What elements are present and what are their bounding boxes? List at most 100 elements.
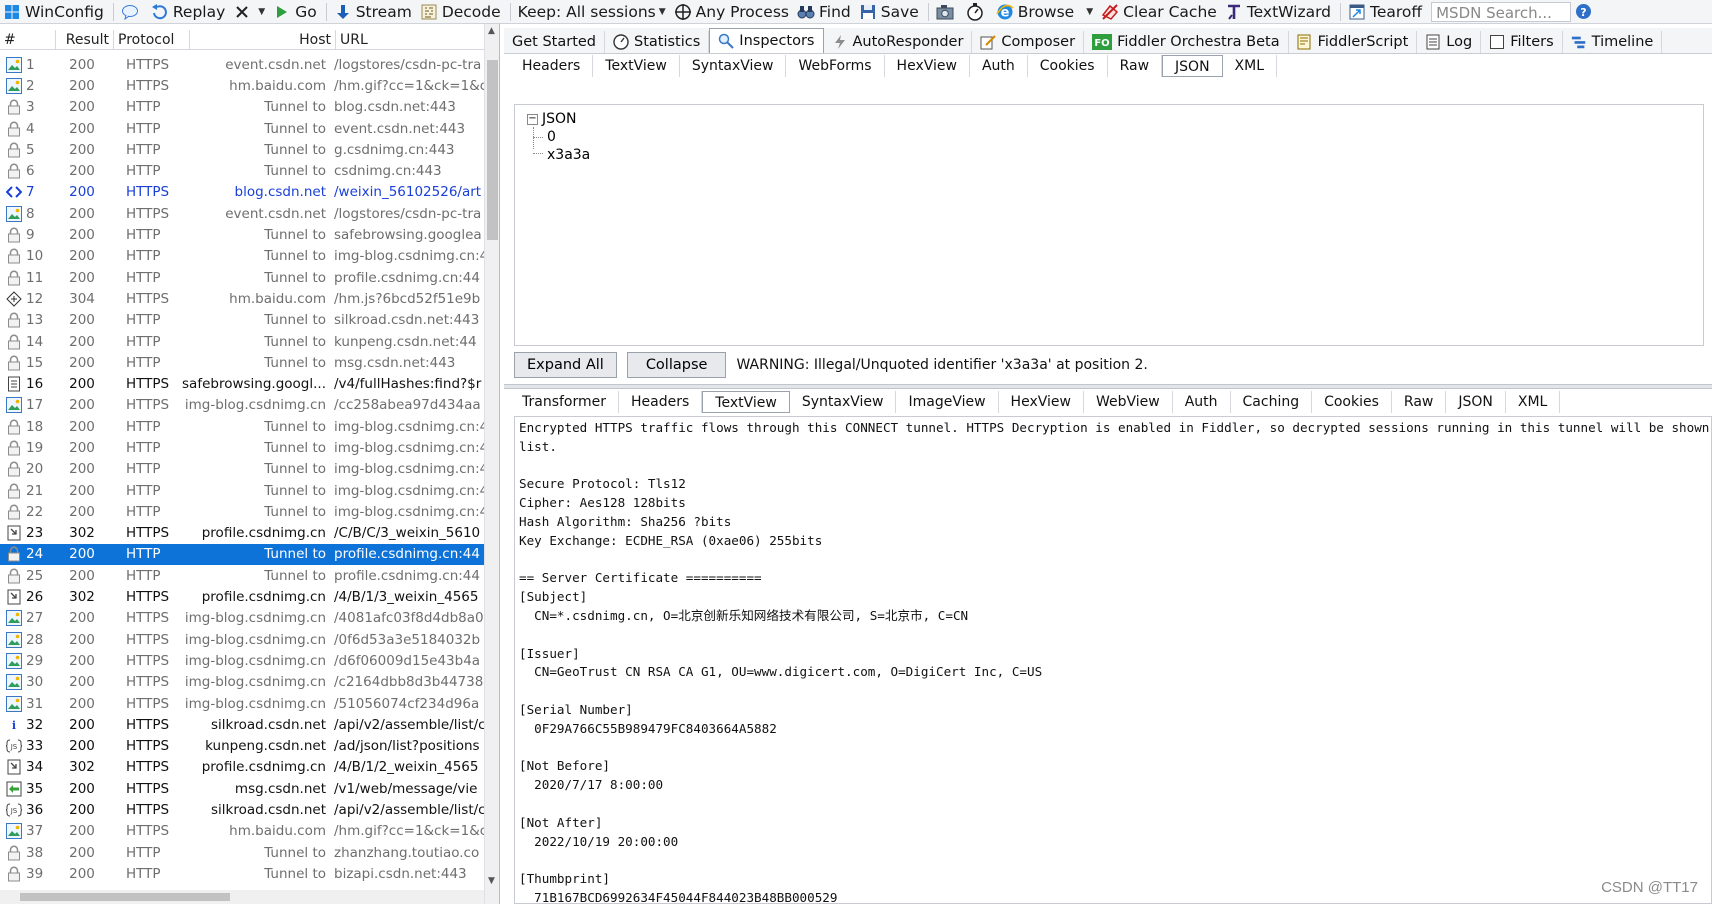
response-tab-raw[interactable]: Raw [1392, 391, 1447, 413]
tab-get-started[interactable]: Get Started [504, 31, 605, 53]
session-row[interactable]: 5 200 HTTP Tunnel to g.csdnimg.cn:443 [0, 139, 484, 160]
session-list-scrollbar[interactable]: ▲ ▼ [484, 24, 499, 904]
response-tab-headers[interactable]: Headers [619, 391, 703, 413]
tab-timeline[interactable]: Timeline [1563, 31, 1663, 53]
request-tab-textview[interactable]: TextView [593, 55, 680, 77]
session-row[interactable]: 4 200 HTTP Tunnel to event.csdn.net:443 [0, 118, 484, 139]
comment-button[interactable] [118, 0, 148, 23]
tab-log[interactable]: Log [1417, 31, 1482, 53]
tab-inspectors[interactable]: Inspectors [709, 28, 824, 53]
session-row[interactable]: 35 200 HTTPS msg.csdn.net/v1/web/message/vi… [0, 778, 484, 799]
json-root-node[interactable]: − JSON [527, 111, 577, 127]
response-tab-caching[interactable]: Caching [1231, 391, 1313, 413]
scrollbar-thumb[interactable] [487, 60, 498, 240]
horizontal-scrollbar[interactable] [0, 890, 484, 904]
request-tab-syntaxview[interactable]: SyntaxView [680, 55, 787, 77]
replay-button[interactable]: Replay [148, 0, 230, 23]
session-row[interactable]: 22 200 HTTP Tunnel to img-blog.csdnimg.cn:4 [0, 501, 484, 522]
scroll-down-arrow-icon[interactable]: ▼ [488, 876, 495, 886]
response-tab-auth[interactable]: Auth [1173, 391, 1231, 413]
tab-statistics[interactable]: Statistics [605, 31, 710, 53]
stream-button[interactable]: Stream [331, 0, 417, 23]
session-row[interactable]: 28 200 HTTPS img-blog.csdnimg.cn/0f6d53a3e5… [0, 629, 484, 650]
session-row[interactable]: JS 36 200 HTTPS silkroad.csdn.net/api/v2/ass… [0, 799, 484, 820]
json-node[interactable]: x3a3a [547, 147, 590, 163]
session-row[interactable]: 16 200 HTTPS safebrowsing.googl... /v4/fullH… [0, 373, 484, 394]
tab-filters[interactable]: Filters [1481, 31, 1563, 53]
tab-fiddler-orchestra-beta[interactable]: FO Fiddler Orchestra Beta [1084, 31, 1289, 53]
request-tab-auth[interactable]: Auth [970, 55, 1028, 77]
decode-button[interactable]: Decode [417, 0, 506, 23]
session-row[interactable]: i 32 200 HTTPS silkroad.csdn.net/api/v2/asse… [0, 714, 484, 735]
session-row[interactable]: 19 200 HTTP Tunnel to img-blog.csdnimg.cn:4 [0, 437, 484, 458]
session-row[interactable]: 31 200 HTTPS img-blog.csdnimg.cn/51056074cf… [0, 693, 484, 714]
msdn-search-input[interactable]: MSDN Search... [1431, 1, 1572, 22]
response-tab-imageview[interactable]: ImageView [896, 391, 999, 413]
session-row[interactable]: 29 200 HTTPS img-blog.csdnimg.cn/d6f06009d1… [0, 650, 484, 671]
response-tab-xml[interactable]: XML [1506, 391, 1561, 413]
column-header-host[interactable]: Host [190, 30, 336, 50]
session-row[interactable]: 6 200 HTTP Tunnel to csdnimg.cn:443 [0, 160, 484, 181]
help-button[interactable]: ? [1571, 0, 1601, 23]
session-row[interactable]: 8 200 HTTPS event.csdn.net/logstores/csdn-p… [0, 203, 484, 224]
go-button[interactable]: Go [270, 0, 322, 23]
tab-composer[interactable]: Composer [972, 31, 1085, 53]
session-row[interactable]: 7 200 HTTPS blog.csdn.net/weixin_56102526/a… [0, 182, 484, 203]
column-header-protocol[interactable]: Protocol [114, 30, 190, 50]
response-tab-transformer[interactable]: Transformer [510, 391, 620, 413]
timer-button[interactable] [963, 0, 993, 23]
session-row[interactable]: 1 200 HTTPS event.csdn.net/logstores/csdn-p… [0, 54, 484, 75]
session-row[interactable]: 13 200 HTTP Tunnel to silkroad.csdn.net:443 [0, 310, 484, 331]
session-row[interactable]: 3 200 HTTP Tunnel to blog.csdn.net:443 [0, 97, 484, 118]
session-row[interactable]: 30 200 HTTPS img-blog.csdnimg.cn/c2164dbb8d… [0, 672, 484, 693]
session-row[interactable]: 20 200 HTTP Tunnel to img-blog.csdnimg.cn:4 [0, 459, 484, 480]
session-row[interactable]: 9 200 HTTP Tunnel to safebrowsing.googlea [0, 224, 484, 245]
column-header-result[interactable]: Result [56, 30, 114, 50]
column-header-number[interactable]: # [0, 30, 56, 50]
collapse-button[interactable]: Collapse [626, 352, 727, 378]
response-tab-textview[interactable]: TextView [702, 391, 790, 413]
session-row[interactable]: 24 200 HTTP Tunnel to profile.csdnimg.cn:44 [0, 543, 484, 566]
column-header-url[interactable]: URL [336, 30, 484, 50]
remove-button[interactable]: ▼ [230, 0, 270, 23]
expand-all-button[interactable]: Expand All [514, 352, 617, 378]
response-tab-hexview[interactable]: HexView [999, 391, 1084, 413]
request-tab-xml[interactable]: XML [1223, 55, 1278, 77]
collapse-tree-icon[interactable]: − [527, 113, 538, 125]
any-process-button[interactable]: Any Process [671, 0, 794, 23]
textwizard-button[interactable]: TextWizard [1222, 0, 1336, 23]
tab-fiddlerscript[interactable]: FiddlerScript [1289, 31, 1418, 53]
session-row[interactable]: 38 200 HTTP Tunnel to zhanzhang.toutiao.co [0, 842, 484, 863]
session-row[interactable]: 37 200 HTTPS hm.baidu.com/hm.gif?cc=1&ck=1&… [0, 821, 484, 842]
session-row[interactable]: 14 200 HTTP Tunnel to kunpeng.csdn.net:44 [0, 331, 484, 352]
session-row[interactable]: 34 302 HTTPS profile.csdnimg.cn/4/B/1/2_wei… [0, 757, 484, 778]
request-tab-cookies[interactable]: Cookies [1028, 55, 1108, 77]
clear-cache-button[interactable]: Clear Cache [1098, 0, 1222, 23]
tab-autoresponder[interactable]: AutoResponder [824, 31, 973, 53]
response-tab-cookies[interactable]: Cookies [1312, 391, 1392, 413]
screenshot-button[interactable] [933, 0, 963, 23]
browse-button[interactable]: e Browse ▼ [993, 0, 1098, 23]
pane-splitter[interactable] [504, 384, 1712, 389]
save-button[interactable]: Save [856, 0, 924, 23]
session-row[interactable]: JS 33 200 HTTPS kunpeng.csdn.net/ad/json/lis… [0, 736, 484, 757]
response-tab-syntaxview[interactable]: SyntaxView [790, 391, 897, 413]
session-row[interactable]: 12 304 HTTPS hm.baidu.com/hm.js?6bcd52f51e9… [0, 288, 484, 309]
session-row[interactable]: 18 200 HTTP Tunnel to img-blog.csdnimg.cn:4 [0, 416, 484, 437]
session-row[interactable]: 11 200 HTTP Tunnel to profile.csdnimg.cn:44 [0, 267, 484, 288]
session-row[interactable]: 27 200 HTTPS img-blog.csdnimg.cn/4081afc03f… [0, 608, 484, 629]
session-row[interactable]: 26 302 HTTPS profile.csdnimg.cn/4/B/1/3_wei… [0, 586, 484, 607]
session-row[interactable]: 15 200 HTTP Tunnel to msg.csdn.net:443 [0, 352, 484, 373]
request-tab-hexview[interactable]: HexView [885, 55, 970, 77]
response-tab-webview[interactable]: WebView [1084, 391, 1173, 413]
tearoff-button[interactable]: Tearoff [1345, 0, 1427, 23]
winconfig-button[interactable]: WinConfig [0, 0, 109, 23]
session-row[interactable]: 10 200 HTTP Tunnel to img-blog.csdnimg.cn:4 [0, 246, 484, 267]
session-row[interactable]: 39 200 HTTP Tunnel to bizapi.csdn.net:443 [0, 863, 484, 884]
request-tab-headers[interactable]: Headers [510, 55, 594, 77]
session-row[interactable]: 23 302 HTTPS profile.csdnimg.cn/C/B/C/3_wei… [0, 523, 484, 544]
session-row[interactable]: 25 200 HTTP Tunnel to profile.csdnimg.cn:44 [0, 565, 484, 586]
scroll-up-arrow-icon[interactable]: ▲ [488, 26, 495, 36]
json-tree-view[interactable]: − JSON 0 x3a3a [514, 104, 1704, 346]
horizontal-scrollbar-thumb[interactable] [20, 893, 230, 901]
